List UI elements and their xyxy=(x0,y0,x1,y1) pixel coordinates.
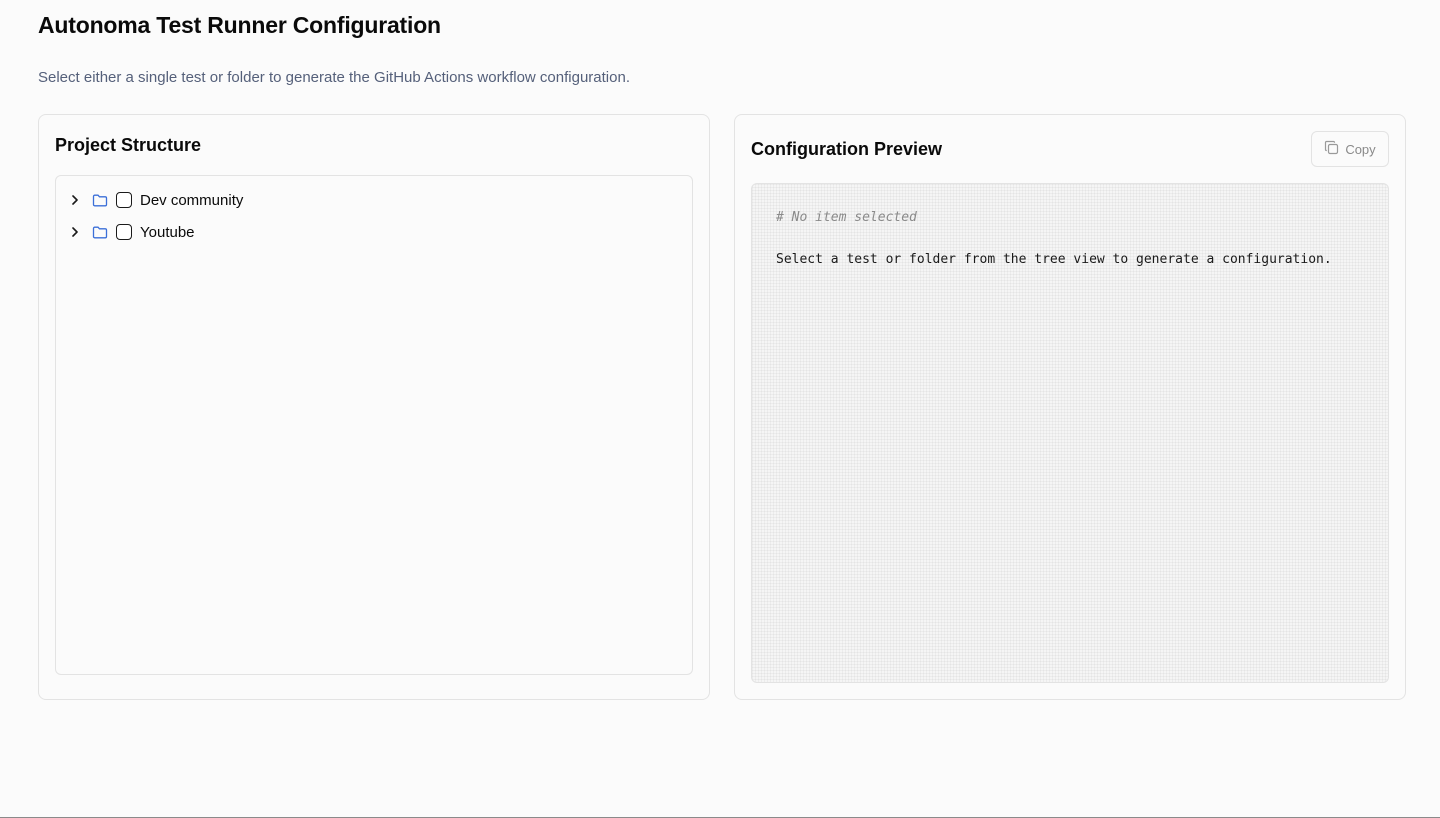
tree-item-label: Dev community xyxy=(140,191,244,209)
page: Autonoma Test Runner Configuration Selec… xyxy=(0,0,1440,818)
tree-item-youtube[interactable]: Youtube xyxy=(68,219,195,245)
tree-item-label: Youtube xyxy=(140,223,195,241)
tree-item-checkbox[interactable] xyxy=(116,192,132,208)
code-comment: # No item selected xyxy=(776,210,917,225)
copy-button[interactable]: Copy xyxy=(1311,131,1389,167)
page-subtitle: Select either a single test or folder to… xyxy=(38,69,630,86)
configuration-preview-title: Configuration Preview xyxy=(751,139,943,159)
project-structure-title: Project Structure xyxy=(55,135,202,155)
configuration-preview-card: Configuration Preview Copy # No item sel… xyxy=(734,114,1406,700)
chevron-right-icon[interactable] xyxy=(68,193,82,207)
folder-icon xyxy=(92,193,108,207)
code-message: Select a test or folder from the tree vi… xyxy=(776,252,1332,267)
page-title: Autonoma Test Runner Configuration xyxy=(38,12,441,38)
copy-icon xyxy=(1324,140,1339,158)
chevron-right-icon[interactable] xyxy=(68,225,82,239)
tree-item-checkbox[interactable] xyxy=(116,224,132,240)
copy-button-label: Copy xyxy=(1345,141,1376,157)
config-code-block: # No item selected Select a test or fold… xyxy=(751,183,1389,683)
tree-item-dev-community[interactable]: Dev community xyxy=(68,187,243,213)
tree-view: Dev community Youtube xyxy=(55,175,693,675)
project-structure-card: Project Structure Dev community Youtube xyxy=(38,114,710,700)
folder-icon xyxy=(92,225,108,239)
